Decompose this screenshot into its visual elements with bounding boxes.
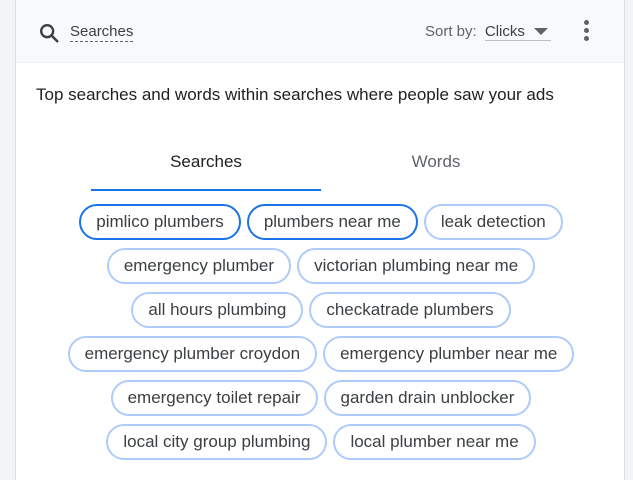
chip-row: local city group plumbing local plumber n… [16, 424, 626, 460]
search-icon[interactable] [38, 22, 60, 44]
search-term-chip[interactable]: leak detection [423, 204, 563, 240]
search-term-chip[interactable]: all hours plumbing [131, 292, 304, 328]
search-term-chip[interactable]: victorian plumbing near me [297, 248, 536, 284]
chip-row: all hours plumbing checkatrade plumbers [16, 292, 626, 328]
sort-dropdown[interactable]: Clicks [484, 23, 551, 41]
search-term-chip[interactable]: local plumber near me [333, 424, 536, 460]
sort-value: Clicks [484, 23, 525, 40]
search-term-chip[interactable]: emergency toilet repair [110, 380, 318, 416]
card-header: Searches Sort by: Clicks [16, 0, 624, 63]
more-vert-icon[interactable] [576, 20, 596, 44]
chip-row: emergency toilet repair garden drain unbl… [16, 380, 626, 416]
active-tab-indicator [91, 189, 321, 191]
search-term-chip[interactable]: plumbers near me [246, 204, 418, 240]
chip-row: emergency plumber croydon emergency plumb… [16, 336, 626, 372]
sort-by-label: Sort by: [425, 23, 477, 40]
search-term-chip[interactable]: pimlico plumbers [79, 204, 241, 240]
card-description: Top searches and words within searches w… [36, 85, 554, 104]
search-term-chip[interactable]: emergency plumber [106, 248, 292, 284]
chip-row: pimlico plumbers plumbers near me leak det… [16, 204, 626, 240]
tab-searches[interactable]: Searches [91, 150, 321, 192]
search-term-chip[interactable]: checkatrade plumbers [309, 292, 511, 328]
search-term-chip[interactable]: garden drain unblocker [323, 380, 532, 416]
sort-control: Sort by: Clicks [425, 23, 551, 43]
chevron-down-icon [533, 28, 548, 35]
tab-words[interactable]: Words [321, 150, 551, 192]
search-term-chip[interactable]: local city group plumbing [106, 424, 328, 460]
search-terms-card: Searches Sort by: Clicks Top searches an… [15, 0, 625, 480]
search-field-label[interactable]: Searches [70, 23, 134, 42]
search-term-chip[interactable]: emergency plumber near me [323, 336, 575, 372]
search-term-chip[interactable]: emergency plumber croydon [67, 336, 318, 372]
chip-row: emergency plumber victorian plumbing near… [16, 248, 626, 284]
search-chip-list: pimlico plumbers plumbers near me leak det… [16, 204, 626, 468]
